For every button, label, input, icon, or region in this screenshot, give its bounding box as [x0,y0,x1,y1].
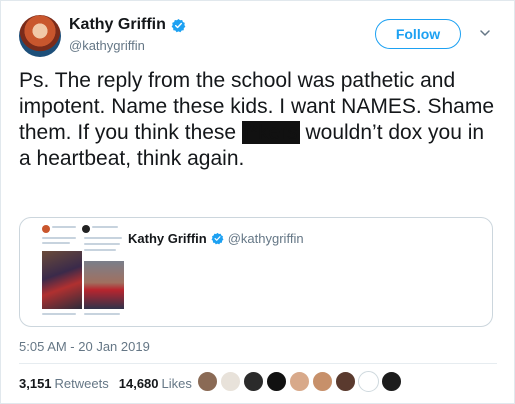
author-display-name[interactable]: Kathy Griffin [69,16,166,34]
liker-avatar-2[interactable] [220,371,241,392]
tweet-stats: 3,151 Retweets 14,680 Likes [19,376,192,391]
likers-avatars [197,371,402,392]
thumb-line [84,313,120,315]
quoted-tweet-thumbnail [38,221,128,321]
tweet-timestamp[interactable]: 5:05 AM - 20 Jan 2019 [19,339,150,354]
verified-badge-icon [171,18,186,32]
likes-label[interactable]: Likes [162,376,192,391]
liker-avatar-9[interactable] [381,371,402,392]
thumb-line [84,249,116,251]
author-avatar[interactable] [19,15,61,57]
quoted-handle[interactable]: @kathygriffin [228,231,304,246]
liker-avatar-4[interactable] [266,371,287,392]
author-name-line[interactable]: Kathy Griffin [69,16,186,34]
retweets-label[interactable]: Retweets [55,376,109,391]
thumb-line [42,242,70,244]
chevron-down-icon[interactable] [479,27,491,39]
liker-avatar-8[interactable] [358,371,379,392]
quoted-author[interactable]: Kathy Griffin @kathygriffin [128,231,304,246]
thumb-line [42,313,76,315]
liker-avatar-7[interactable] [335,371,356,392]
thumb-avatar-1 [42,225,50,233]
retweets-stat[interactable]: 3,151 Retweets [19,376,109,391]
redacted-word: f*kers [241,121,300,144]
follow-button[interactable]: Follow [375,19,461,49]
divider [19,363,497,364]
thumb-line [84,237,122,239]
liker-avatar-6[interactable] [312,371,333,392]
liker-avatar-5[interactable] [289,371,310,392]
retweets-count[interactable]: 3,151 [19,376,52,391]
tweet-text: Ps. The reply from the school was pathet… [19,68,497,172]
thumb-line [84,243,120,245]
verified-badge-icon [211,232,224,245]
author-handle[interactable]: @kathygriffin [69,38,145,53]
thumb-line [92,226,118,228]
thumb-photo [42,251,82,309]
thumb-photo [84,261,124,309]
thumb-line [52,226,76,228]
thumb-line [42,237,76,239]
likes-count[interactable]: 14,680 [119,376,159,391]
thumb-avatar-2 [82,225,90,233]
liker-avatar-1[interactable] [197,371,218,392]
liker-avatar-3[interactable] [243,371,264,392]
tweet-card: Kathy Griffin @kathygriffin Follow Ps. T… [0,0,515,404]
likes-stat[interactable]: 14,680 Likes [119,376,192,391]
quoted-display-name[interactable]: Kathy Griffin [128,231,207,246]
quoted-tweet[interactable]: Kathy Griffin @kathygriffin [19,217,493,327]
